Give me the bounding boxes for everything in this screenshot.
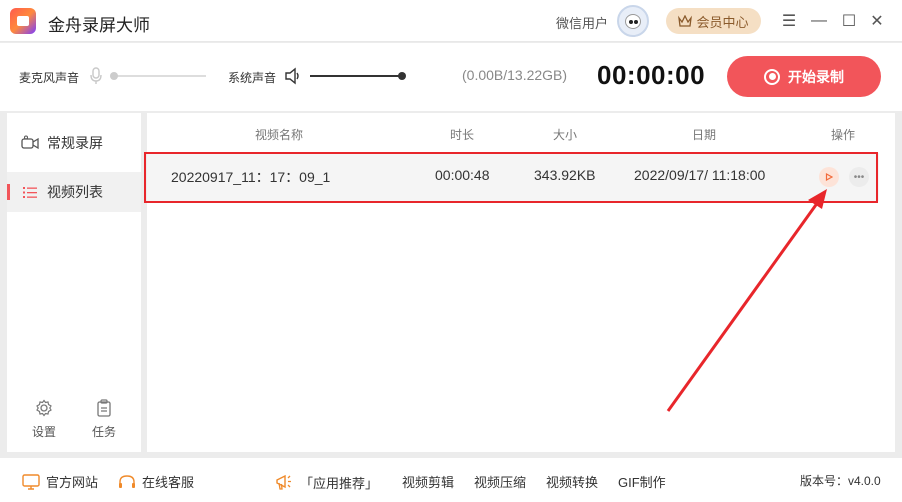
megaphone-icon — [276, 474, 291, 490]
start-recording-button[interactable]: 开始录制 — [727, 56, 881, 97]
recording-timer: 00:00:00 — [597, 60, 706, 90]
storage-info: (0.00B/13.22GB) — [462, 67, 568, 83]
speaker-icon[interactable] — [284, 67, 302, 85]
annotation-highlight-box — [144, 152, 878, 203]
mic-volume-knob[interactable] — [110, 72, 118, 80]
tasks-button[interactable]: 任务 — [84, 399, 124, 440]
footer-link-video-edit[interactable]: 视频剪辑 — [402, 472, 454, 491]
panda-icon — [625, 14, 641, 29]
column-header-name: 视频名称 — [255, 128, 304, 142]
column-header-size: 大小 — [553, 128, 578, 142]
sidebar-item-regular-recording[interactable]: 常规录屏 — [7, 123, 141, 163]
sidebar-item-label: 视频列表 — [47, 184, 103, 200]
avatar[interactable] — [617, 5, 649, 37]
clipboard-icon — [97, 399, 111, 417]
sidebar-item-label: 常规录屏 — [47, 135, 103, 151]
crown-icon — [678, 15, 693, 27]
tasks-label: 任务 — [91, 425, 116, 439]
online-support-link[interactable]: 在线客服 — [118, 472, 194, 491]
column-header-date: 日期 — [692, 128, 717, 142]
app-recommend-link[interactable]: 「应用推荐」 — [274, 472, 378, 492]
eye-icon — [634, 20, 638, 24]
monitor-icon — [22, 473, 40, 490]
official-website-link[interactable]: 官方网站 — [22, 472, 98, 491]
system-volume-knob[interactable] — [398, 72, 406, 80]
maximize-button[interactable]: ☐ — [838, 10, 860, 32]
list-icon — [23, 187, 37, 198]
footer-bar: 官方网站 在线客服 「应用推荐」 视频剪辑 视频压缩 视频转换 GIF制作 版本… — [0, 458, 902, 502]
footer-link-video-convert[interactable]: 视频转换 — [546, 472, 598, 491]
column-header-duration: 时长 — [450, 128, 475, 142]
close-button[interactable]: ✕ — [866, 10, 888, 32]
vip-center-label: 会员中心 — [696, 14, 749, 30]
title-bar: 金舟录屏大师 微信用户 会员中心 ☰ — ☐ ✕ — [0, 0, 902, 42]
gear-icon — [36, 399, 52, 417]
settings-button[interactable]: 设置 — [24, 399, 64, 440]
menu-button[interactable]: ☰ — [778, 10, 800, 32]
mic-volume-label: 麦克风声音 — [19, 71, 80, 85]
app-recommend-label: 「应用推荐」 — [300, 475, 379, 491]
recording-toolbar: 麦克风声音 系统声音 (0.00B/13.22GB) 00:00:00 开始录制 — [0, 43, 902, 111]
footer-link-video-compress[interactable]: 视频压缩 — [474, 472, 526, 491]
headset-icon — [119, 474, 135, 488]
eye-icon — [629, 20, 633, 24]
vip-center-button[interactable]: 会员中心 — [666, 8, 761, 34]
start-recording-label: 开始录制 — [788, 68, 844, 85]
system-volume-label: 系统声音 — [228, 71, 277, 85]
version-label: 版本号：v4.0.0 — [800, 474, 881, 488]
online-support-label: 在线客服 — [142, 475, 195, 490]
footer-link-gif-maker[interactable]: GIF制作 — [618, 472, 666, 491]
minimize-button[interactable]: — — [808, 10, 830, 32]
column-header-actions: 操作 — [831, 128, 856, 142]
app-title: 金舟录屏大师 — [48, 16, 150, 35]
system-volume-slider[interactable] — [310, 75, 402, 77]
user-name[interactable]: 微信用户 — [556, 13, 608, 32]
microphone-icon[interactable] — [90, 67, 102, 85]
record-icon — [764, 68, 780, 85]
settings-label: 设置 — [31, 425, 56, 439]
sidebar: 常规录屏 视频列表 设置 任务 — [7, 113, 141, 452]
official-website-label: 官方网站 — [46, 475, 99, 490]
camera-icon — [21, 135, 39, 150]
sidebar-item-video-list[interactable]: 视频列表 — [7, 172, 141, 212]
system-volume-fill — [310, 75, 402, 77]
app-logo-icon — [10, 8, 36, 34]
mic-volume-slider[interactable] — [114, 75, 206, 77]
